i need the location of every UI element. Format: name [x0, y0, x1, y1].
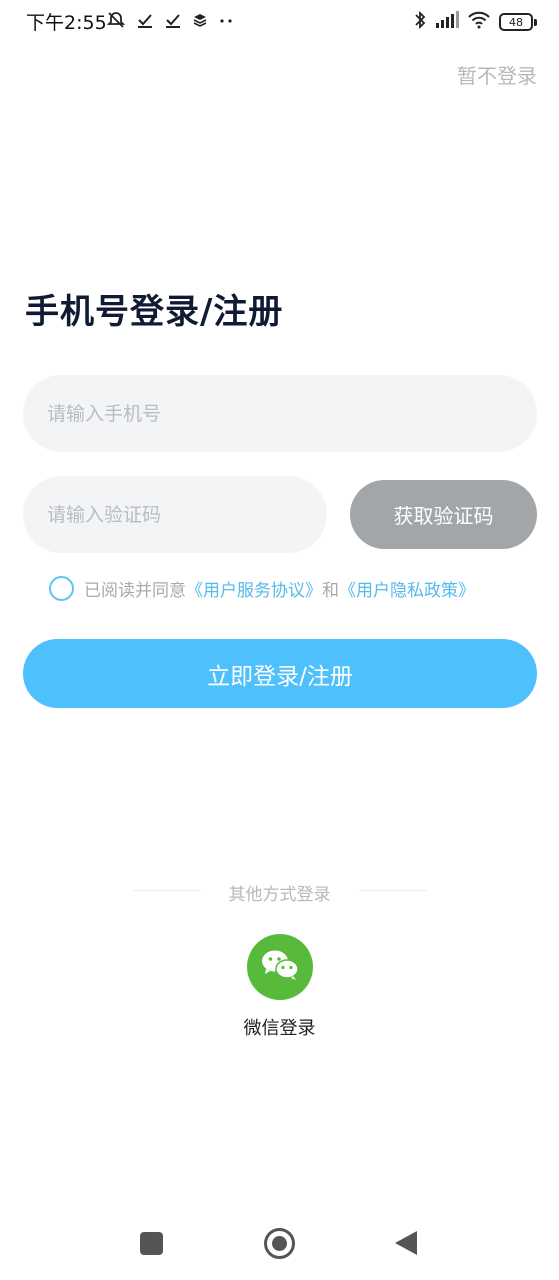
verification-code-input[interactable]: [23, 476, 327, 553]
login-register-button[interactable]: 立即登录/注册: [23, 639, 537, 708]
notification-icons: [106, 10, 234, 35]
phone-input[interactable]: [23, 375, 537, 452]
agreement-row: 已阅读并同意 《用户服务协议》 和 《用户隐私政策》: [49, 576, 475, 601]
alarm-muted-icon: [106, 10, 126, 35]
wechat-icon: [260, 948, 300, 986]
task-done-icon: [136, 11, 154, 34]
user-agreement-link[interactable]: 《用户服务协议》: [186, 576, 322, 601]
task-done-icon: [164, 11, 182, 34]
status-bar: 下午2:55 48: [0, 0, 559, 44]
wechat-login-button[interactable]: [247, 934, 313, 1000]
skip-login-button[interactable]: 暂不登录: [457, 60, 537, 89]
agreement-prefix: 已阅读并同意: [84, 581, 186, 601]
get-code-button[interactable]: 获取验证码: [350, 480, 537, 549]
agreement-checkbox[interactable]: [49, 576, 74, 601]
agreement-and: 和: [322, 581, 339, 601]
more-dots-icon: [218, 12, 234, 33]
wifi-icon: [467, 11, 491, 33]
battery-icon: 48: [499, 13, 537, 31]
privacy-policy-link[interactable]: 《用户隐私政策》: [339, 576, 475, 601]
battery-level: 48: [499, 13, 533, 31]
layers-icon: [192, 12, 208, 33]
page-title: 手机号登录/注册: [25, 292, 284, 332]
wechat-login-label: 微信登录: [243, 1018, 316, 1039]
signal-icon: [435, 11, 459, 33]
system-icons: 48: [413, 10, 537, 34]
system-nav-bar: [0, 1210, 559, 1280]
status-time: 下午2:55: [26, 12, 107, 34]
other-login-label: 其他方式登录: [228, 885, 331, 905]
bluetooth-icon: [413, 10, 427, 34]
recent-apps-icon[interactable]: [140, 1232, 163, 1255]
back-icon[interactable]: [395, 1231, 417, 1255]
home-icon[interactable]: [264, 1228, 295, 1259]
